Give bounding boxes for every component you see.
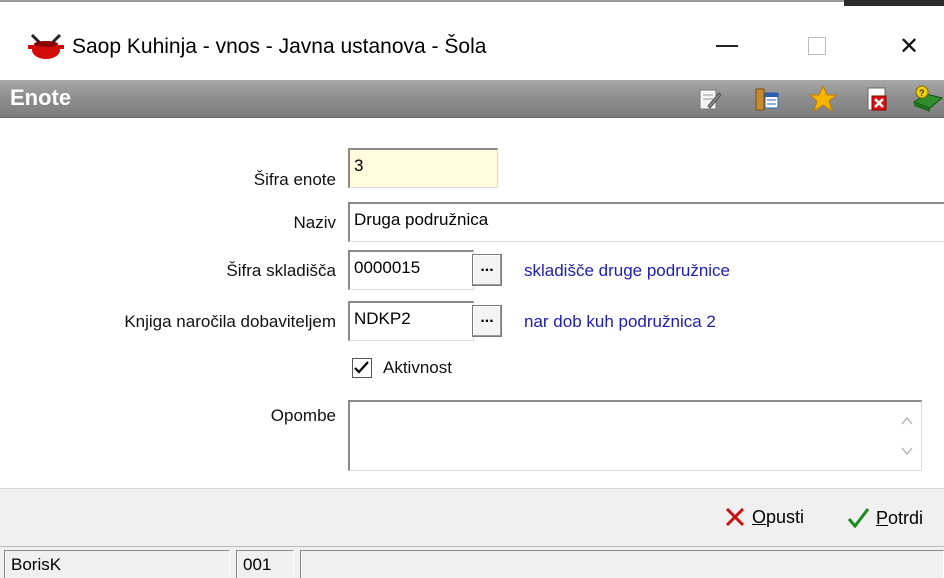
maximize-button[interactable] (792, 26, 842, 66)
minimize-icon (716, 45, 738, 47)
warehouse-label: Šifra skladišča (226, 261, 336, 280)
order-book-browse-button[interactable]: ... (472, 305, 502, 337)
title-bar[interactable]: Saop Kuhinja - vnos - Javna ustanova - Š… (0, 8, 944, 80)
cancel-x-icon (725, 507, 745, 527)
name-label: Naziv (293, 213, 336, 232)
scroll-down-icon (901, 447, 913, 456)
notes-textarea[interactable] (348, 400, 922, 471)
warehouse-browse-button[interactable]: ... (472, 254, 502, 286)
active-label[interactable]: Aktivnost (383, 358, 452, 378)
window-top-edge (0, 0, 944, 8)
status-code: 001 (236, 550, 294, 578)
active-checkbox[interactable] (352, 358, 372, 378)
form-header: Enote ? (0, 80, 944, 118)
close-icon: ✕ (898, 32, 920, 60)
confirm-check-icon (847, 508, 870, 529)
form-title: Enote (10, 85, 72, 110)
background-window-edge (844, 0, 944, 6)
svg-text:?: ? (919, 88, 925, 98)
warehouse-input[interactable]: 0000015 (348, 250, 474, 290)
order-book-input[interactable]: NDKP2 (348, 301, 474, 341)
close-button[interactable]: ✕ (884, 26, 934, 66)
action-bar: Opusti Potrdi (0, 488, 944, 546)
notes-label: Opombe (270, 406, 336, 425)
status-bar: BorisK 001 (0, 546, 944, 578)
order-book-label: Knjiga naročila dobaviteljem (124, 312, 336, 331)
favorite-star-icon[interactable] (808, 84, 838, 114)
checkmark-icon (354, 361, 369, 374)
warehouse-description: skladišče druge podružnice (524, 261, 731, 280)
name-input[interactable]: Druga podružnica (348, 202, 944, 242)
help-books-icon[interactable]: ? (912, 84, 944, 114)
code-input[interactable]: 3 (348, 148, 498, 188)
scroll-up-icon (901, 416, 913, 425)
status-message (300, 550, 944, 578)
form-body: Šifra enote 3 Naziv Druga podružnica Šif… (0, 118, 944, 488)
order-book-description: nar dob kuh podružnica 2 (524, 312, 716, 331)
cancel-label: Opusti (752, 506, 805, 527)
edit-note-icon[interactable] (694, 84, 724, 114)
window-title: Saop Kuhinja - vnos - Javna ustanova - Š… (72, 35, 487, 58)
confirm-label: Potrdi (876, 507, 924, 528)
columns-icon[interactable] (752, 84, 782, 114)
minimize-button[interactable] (702, 26, 752, 66)
status-user: BorisK (4, 550, 230, 578)
maximize-icon (808, 37, 826, 55)
notes-scrollbar[interactable] (893, 402, 921, 470)
confirm-button[interactable]: Potrdi (846, 506, 923, 530)
cancel-button[interactable]: Opusti (724, 506, 804, 528)
delete-document-icon[interactable] (862, 84, 892, 114)
code-label: Šifra enote (253, 170, 336, 189)
cooking-pot-icon (26, 31, 66, 61)
